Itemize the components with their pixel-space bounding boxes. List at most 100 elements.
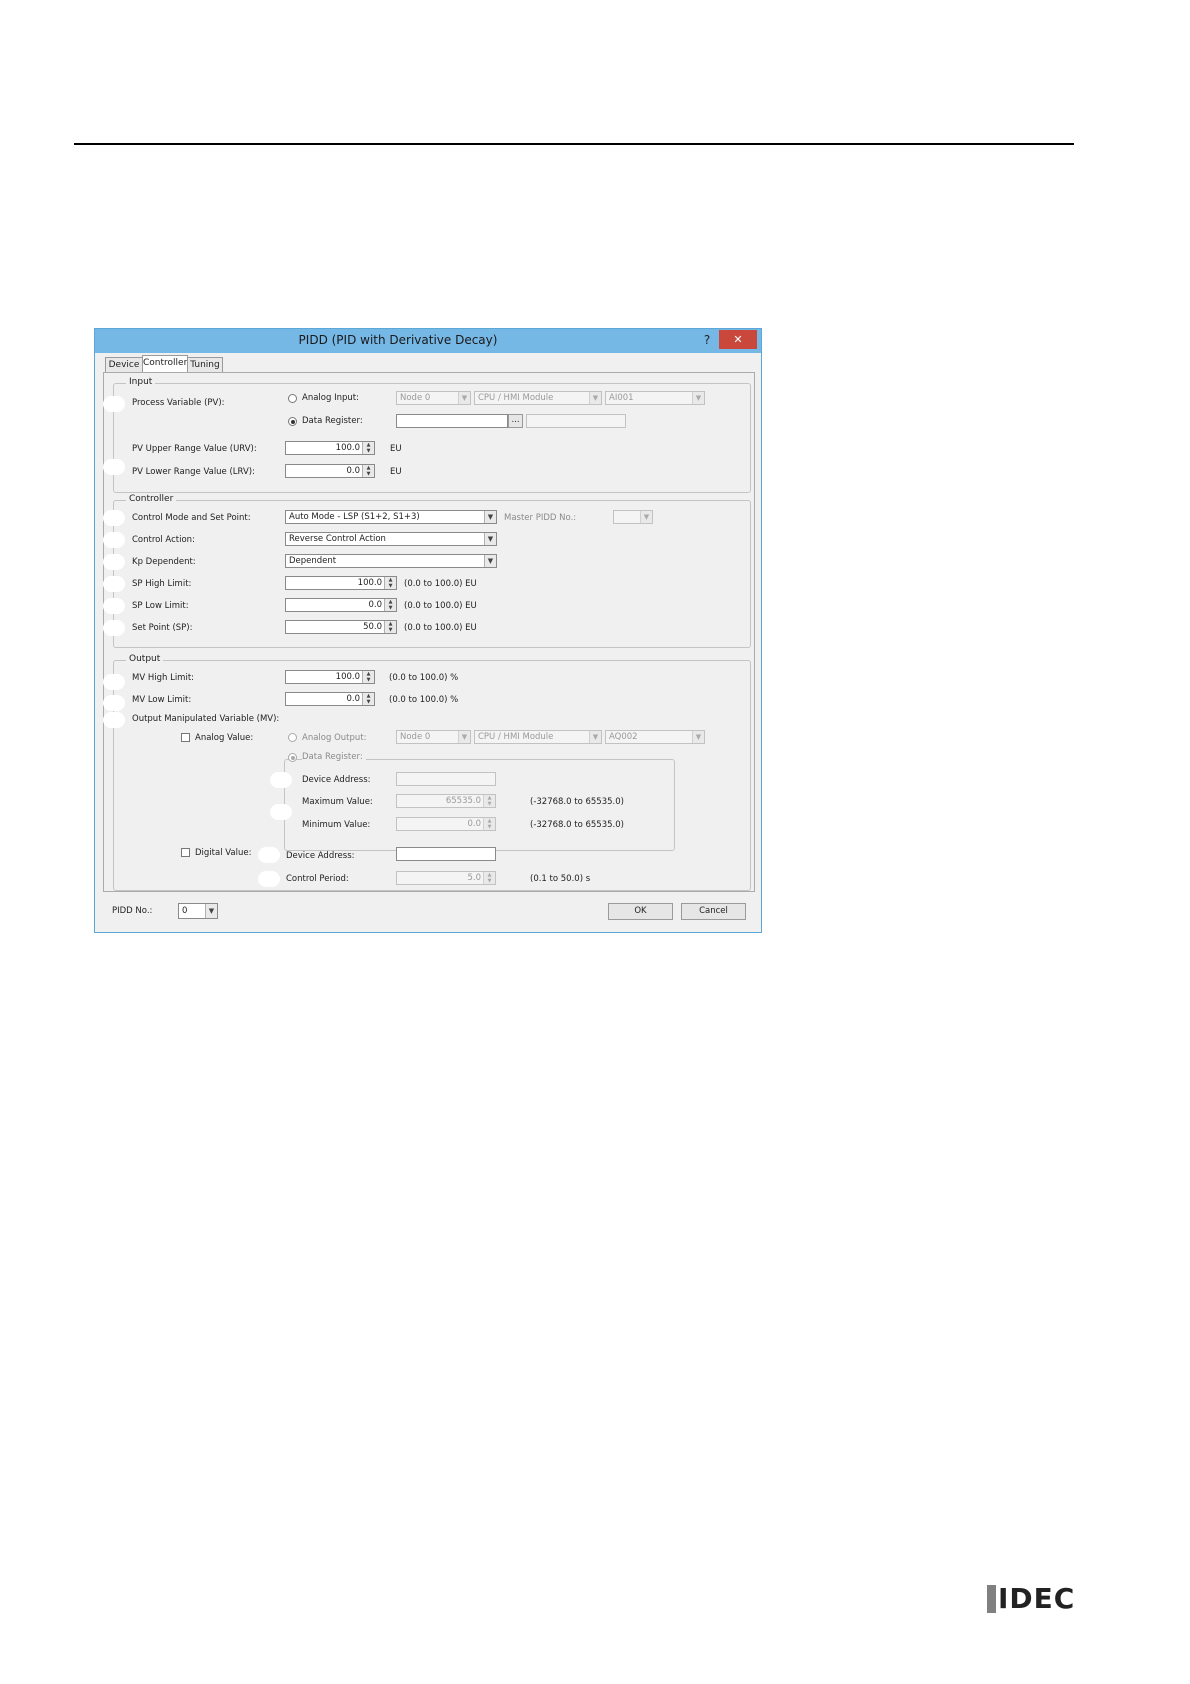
analog-output-radio[interactable] bbox=[288, 733, 297, 742]
spinner-arrows-icon[interactable]: ▲ ▼ bbox=[362, 465, 374, 477]
analog-value-label: Analog Value: bbox=[195, 733, 254, 743]
urv-stepper[interactable]: 100.0 ▲ ▼ bbox=[285, 441, 375, 455]
spinner-arrows-icon[interactable]: ▲ ▼ bbox=[483, 818, 495, 830]
control-period-stepper[interactable]: 5.0 ▲ ▼ bbox=[396, 871, 496, 885]
output-data-register-radio[interactable] bbox=[288, 753, 297, 762]
callout-marker bbox=[270, 804, 292, 820]
callout-marker bbox=[103, 712, 125, 728]
chevron-down-icon: ▼ bbox=[458, 731, 470, 743]
chevron-down-icon: ▼ bbox=[458, 392, 470, 404]
digital-device-address-input[interactable] bbox=[396, 847, 496, 861]
sp-low-stepper[interactable]: 0.0 ▲ ▼ bbox=[285, 598, 397, 612]
title-bar: PIDD (PID with Derivative Decay) ? ✕ bbox=[95, 329, 761, 353]
pidd-dialog: PIDD (PID with Derivative Decay) ? ✕ Dev… bbox=[94, 328, 762, 933]
output-data-register-label: Data Register: bbox=[302, 752, 366, 762]
callout-marker bbox=[103, 396, 125, 412]
mv-high-range: (0.0 to 100.0) % bbox=[389, 673, 459, 683]
chevron-down-icon: ▼ bbox=[484, 533, 496, 545]
callout-marker bbox=[103, 598, 125, 614]
lrv-stepper[interactable]: 0.0 ▲ ▼ bbox=[285, 464, 375, 478]
chevron-down-icon: ▼ bbox=[589, 731, 601, 743]
spinner-arrows-icon[interactable]: ▲ ▼ bbox=[384, 599, 396, 611]
set-point-stepper[interactable]: 50.0 ▲ ▼ bbox=[285, 620, 397, 634]
pv-label: Process Variable (PV): bbox=[132, 398, 225, 408]
analog-input-radio[interactable] bbox=[288, 394, 297, 403]
analog-output-module-select[interactable]: CPU / HMI Module ▼ bbox=[474, 730, 602, 744]
digital-value-label: Digital Value: bbox=[195, 848, 252, 858]
spinner-arrows-icon[interactable]: ▲ ▼ bbox=[362, 671, 374, 683]
close-button[interactable]: ✕ bbox=[719, 330, 757, 349]
logo-text: IDEC bbox=[998, 1582, 1076, 1615]
minimum-value-range: (-32768.0 to 65535.0) bbox=[530, 820, 624, 830]
sp-low-range: (0.0 to 100.0) EU bbox=[404, 601, 477, 611]
master-pidd-select[interactable]: ▼ bbox=[613, 510, 653, 524]
analog-input-node-select[interactable]: Node 0 ▼ bbox=[396, 391, 471, 405]
data-register-label: Data Register: bbox=[302, 416, 363, 426]
cancel-button[interactable]: Cancel bbox=[681, 903, 746, 920]
master-pidd-label: Master PIDD No.: bbox=[504, 513, 577, 523]
kp-dependent-label: Kp Dependent: bbox=[132, 557, 196, 567]
callout-marker bbox=[103, 532, 125, 548]
callout-marker bbox=[103, 510, 125, 526]
callout-marker bbox=[258, 847, 280, 863]
mv-low-stepper[interactable]: 0.0 ▲ ▼ bbox=[285, 692, 375, 706]
data-register-radio[interactable] bbox=[288, 417, 297, 426]
browse-button[interactable]: ... bbox=[508, 414, 523, 428]
dialog-title: PIDD (PID with Derivative Decay) bbox=[298, 333, 498, 347]
callout-marker bbox=[103, 674, 125, 690]
chevron-down-icon: ▼ bbox=[484, 511, 496, 523]
control-mode-select[interactable]: Auto Mode - LSP (S1+2, S1+3) ▼ bbox=[285, 510, 497, 524]
control-action-select[interactable]: Reverse Control Action ▼ bbox=[285, 532, 497, 546]
control-period-range: (0.1 to 50.0) s bbox=[530, 874, 591, 884]
minimum-value-label: Minimum Value: bbox=[302, 820, 371, 830]
controller-group-label: Controller bbox=[126, 494, 177, 504]
callout-marker bbox=[103, 695, 125, 711]
spinner-arrows-icon[interactable]: ▲ ▼ bbox=[483, 872, 495, 884]
mv-high-stepper[interactable]: 100.0 ▲ ▼ bbox=[285, 670, 375, 684]
spinner-arrows-icon[interactable]: ▲ ▼ bbox=[384, 621, 396, 633]
pidd-no-select[interactable]: 0 ▼ bbox=[178, 903, 218, 919]
sp-high-range: (0.0 to 100.0) EU bbox=[404, 579, 477, 589]
callout-marker bbox=[270, 772, 292, 788]
kp-dependent-select[interactable]: Dependent ▼ bbox=[285, 554, 497, 568]
analog-input-module-select[interactable]: CPU / HMI Module ▼ bbox=[474, 391, 602, 405]
spinner-arrows-icon[interactable]: ▲ ▼ bbox=[362, 693, 374, 705]
analog-input-channel-select[interactable]: AI001 ▼ bbox=[605, 391, 705, 405]
control-period-label: Control Period: bbox=[286, 874, 349, 884]
sp-high-stepper[interactable]: 100.0 ▲ ▼ bbox=[285, 576, 397, 590]
urv-unit: EU bbox=[390, 444, 402, 454]
chevron-down-icon: ▼ bbox=[205, 904, 217, 918]
control-action-label: Control Action: bbox=[132, 535, 195, 545]
spinner-arrows-icon[interactable]: ▲ ▼ bbox=[483, 795, 495, 807]
analog-value-checkbox[interactable] bbox=[181, 733, 190, 742]
input-group-label: Input bbox=[126, 377, 156, 387]
logo-mark bbox=[987, 1585, 996, 1613]
analog-output-label: Analog Output: bbox=[302, 733, 367, 743]
minimum-value-stepper[interactable]: 0.0 ▲ ▼ bbox=[396, 817, 496, 831]
mv-label: Output Manipulated Variable (MV): bbox=[132, 714, 280, 724]
chevron-down-icon: ▼ bbox=[484, 555, 496, 567]
set-point-label: Set Point (SP): bbox=[132, 623, 193, 633]
device-address-input[interactable] bbox=[396, 772, 496, 786]
mv-high-label: MV High Limit: bbox=[132, 673, 195, 683]
control-mode-label: Control Mode and Set Point: bbox=[132, 513, 251, 523]
help-button[interactable]: ? bbox=[697, 330, 717, 350]
pidd-no-label: PIDD No.: bbox=[112, 906, 153, 916]
set-point-range: (0.0 to 100.0) EU bbox=[404, 623, 477, 633]
header-rule bbox=[74, 143, 1074, 145]
maximum-value-range: (-32768.0 to 65535.0) bbox=[530, 797, 624, 807]
chevron-down-icon: ▼ bbox=[589, 392, 601, 404]
callout-marker bbox=[103, 459, 125, 475]
spinner-arrows-icon[interactable]: ▲ ▼ bbox=[362, 442, 374, 454]
mv-low-label: MV Low Limit: bbox=[132, 695, 192, 705]
analog-output-channel-select[interactable]: AQ002 ▼ bbox=[605, 730, 705, 744]
ok-button[interactable]: OK bbox=[608, 903, 673, 920]
data-register-input[interactable] bbox=[396, 414, 508, 428]
analog-output-node-select[interactable]: Node 0 ▼ bbox=[396, 730, 471, 744]
lrv-label: PV Lower Range Value (LRV): bbox=[132, 467, 255, 477]
digital-value-checkbox[interactable] bbox=[181, 848, 190, 857]
callout-marker bbox=[103, 554, 125, 570]
maximum-value-stepper[interactable]: 65535.0 ▲ ▼ bbox=[396, 794, 496, 808]
maximum-value-label: Maximum Value: bbox=[302, 797, 373, 807]
spinner-arrows-icon[interactable]: ▲ ▼ bbox=[384, 577, 396, 589]
